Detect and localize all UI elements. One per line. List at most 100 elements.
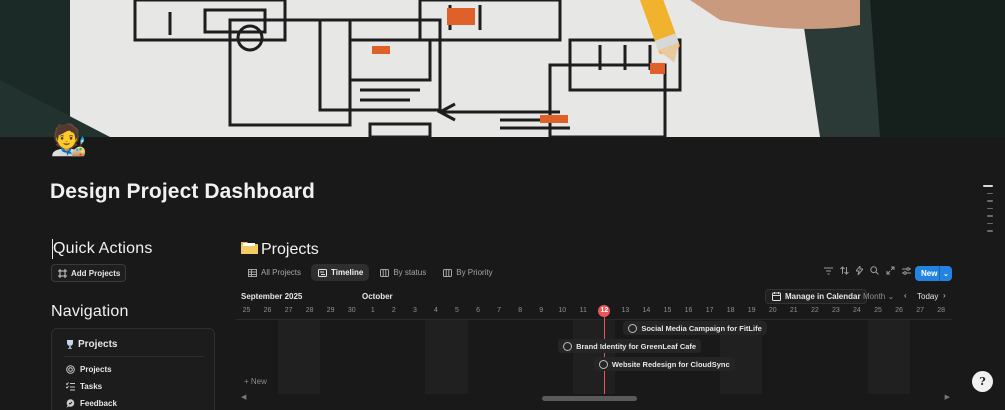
timeline-day-label: 21 — [789, 307, 798, 314]
manage-in-calendar-button[interactable]: Manage in Calendar — [765, 289, 867, 304]
timeline-item[interactable]: Social Media Campaign for FitLife — [623, 321, 767, 335]
timeline-scale-label: Month — [863, 292, 886, 301]
new-button-label: New — [921, 269, 938, 278]
timeline-day-label: 20 — [768, 307, 777, 314]
target-icon — [563, 341, 573, 351]
tab-by-priority[interactable]: By Priority — [436, 264, 498, 281]
help-icon[interactable]: ? — [972, 371, 993, 392]
table-icon — [247, 268, 257, 278]
sort-icon[interactable] — [840, 266, 849, 277]
scroll-left-icon[interactable]: ◀ — [241, 393, 246, 401]
scroll-right-icon[interactable]: ▶ — [945, 393, 950, 401]
timeline-day-label: 10 — [558, 307, 567, 314]
timeline-item-label: Brand Identity for GreenLeaf Cafe — [576, 341, 697, 351]
manage-in-calendar-label: Manage in Calendar — [785, 292, 861, 301]
today-marker — [604, 317, 606, 394]
timeline-day-label: 2 — [391, 307, 396, 314]
horizontal-scrollbar[interactable]: ◀ ▶ — [241, 393, 952, 403]
nav-item-label: Tasks — [80, 381, 103, 391]
calendar-icon — [771, 292, 781, 302]
timeline-month-right: October — [362, 292, 393, 301]
timeline-day-label: 24 — [853, 307, 861, 314]
tab-label: By status — [393, 268, 427, 277]
frame-icon — [57, 268, 67, 278]
projects-title-label: Projects — [261, 240, 319, 258]
timeline-day-label: 30 — [347, 307, 356, 314]
timeline-day-label: 26 — [895, 307, 903, 314]
navigation-heading: Navigation — [51, 303, 129, 320]
outline-mark[interactable] — [987, 207, 993, 209]
lightning-icon[interactable] — [854, 264, 865, 277]
timeline-day-label: 22 — [810, 307, 819, 314]
scrollbar-thumb[interactable] — [542, 396, 637, 401]
weekend-column — [867, 320, 910, 394]
timeline-day-label: 12 — [594, 304, 615, 317]
timeline-scale-select[interactable]: Month ⌄ — [863, 292, 894, 301]
timeline-day-label: 9 — [539, 307, 544, 314]
timeline-day-label: 28 — [937, 307, 946, 314]
nav-item-tasks[interactable]: Tasks — [65, 381, 102, 391]
timeline-day-label: 25 — [242, 307, 251, 314]
outline-mark[interactable] — [987, 200, 993, 202]
database-toolbar — [824, 264, 911, 277]
cover-image — [0, 0, 1005, 137]
timeline-day-label: 16 — [684, 307, 693, 314]
timeline-day-label: 13 — [621, 307, 630, 314]
settings-icon[interactable] — [902, 266, 911, 277]
nav-item-label: Feedback — [80, 398, 117, 408]
tab-all-projects[interactable]: All Projects — [241, 264, 307, 281]
chevron-right-icon[interactable]: › — [943, 291, 946, 300]
new-row-button[interactable]: + New — [244, 377, 267, 386]
timeline-day-label: 23 — [831, 307, 840, 314]
chevron-left-icon[interactable]: ‹ — [904, 291, 907, 300]
outline-mark[interactable] — [987, 192, 993, 194]
nav-box-title[interactable]: Projects — [65, 339, 117, 350]
outline-mark[interactable] — [987, 215, 993, 217]
nav-item-feedback[interactable]: Feedback — [65, 398, 117, 408]
outline-mark[interactable] — [987, 230, 993, 232]
timeline-item[interactable]: Brand Identity for GreenLeaf Cafe — [558, 339, 702, 353]
timeline-grid[interactable]: 25 26 27 28 29 30 1 2 3 4 5 6 7 8 9 10 11 12 13 14 15 16 17 18 1… — [236, 304, 952, 394]
nav-item-projects[interactable]: Projects — [65, 364, 112, 374]
tab-timeline[interactable]: Timeline — [311, 264, 370, 281]
target-icon — [598, 359, 608, 369]
target-icon — [628, 323, 638, 333]
timeline-day-label: 17 — [705, 307, 714, 314]
timeline-day-label: 27 — [284, 307, 293, 314]
timeline-day-label: 4 — [433, 307, 438, 314]
checklist-icon — [65, 381, 75, 391]
tab-label: Timeline — [331, 268, 364, 277]
divider — [64, 356, 204, 357]
filter-icon[interactable] — [824, 267, 833, 277]
tab-by-status[interactable]: By status — [373, 264, 432, 281]
chevron-down-icon: ⌄ — [887, 292, 895, 301]
timeline-day-label: 19 — [747, 307, 756, 314]
nav-box-title-label: Projects — [78, 339, 118, 350]
navigation-box: Projects Projects Tasks Feedback — [51, 328, 215, 410]
timeline-item-label: Website Redesign for CloudSync — [611, 359, 730, 369]
chevron-down-icon[interactable]: ⌄ — [940, 270, 949, 278]
nav-item-label: Projects — [80, 364, 112, 374]
expand-icon[interactable] — [886, 266, 895, 277]
board-icon — [442, 268, 452, 278]
timeline-day-label: 3 — [412, 307, 417, 314]
today-button[interactable]: Today — [917, 292, 938, 301]
outline-mark[interactable] — [983, 185, 993, 187]
tab-label: All Projects — [261, 268, 302, 277]
new-button[interactable]: New ⌄ — [915, 266, 952, 281]
folder-icon — [241, 240, 258, 259]
timeline-day-label: 5 — [455, 307, 459, 314]
page-icon[interactable]: 🧑‍🎨 — [50, 124, 92, 158]
search-icon[interactable] — [870, 266, 879, 277]
timeline-item[interactable]: Website Redesign for CloudSync — [593, 357, 735, 371]
chat-icon — [65, 398, 75, 408]
outline-mark[interactable] — [987, 222, 993, 224]
timeline-day-label: 28 — [305, 307, 314, 314]
page-outline[interactable] — [983, 185, 993, 238]
timeline-day-label: 1 — [370, 307, 375, 314]
page-title: Design Project Dashboard — [50, 180, 315, 203]
add-projects-button[interactable]: Add Projects — [51, 264, 127, 282]
quick-actions-heading: Quick Actions — [53, 240, 153, 257]
trophy-icon — [65, 340, 75, 350]
projects-title[interactable]: Projects — [241, 240, 319, 259]
